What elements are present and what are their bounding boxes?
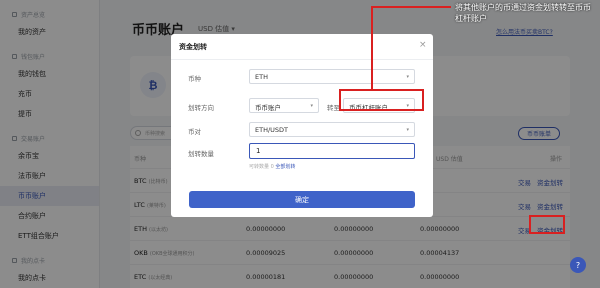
transfer-all-link[interactable]: 全部划转 (275, 164, 295, 170)
direction-label: 划转方向 (188, 104, 214, 112)
modal-title: 资金划转 (179, 43, 207, 51)
chevron-down-icon: ▾ (406, 74, 409, 80)
annotation-line (371, 6, 451, 8)
from-account-select[interactable]: 币币账户 ▾ (249, 98, 319, 113)
help-button[interactable]: ? (570, 257, 586, 273)
amount-input[interactable]: 1 (249, 143, 415, 159)
pair-label: 币对 (188, 128, 201, 136)
available-amount: 可转数量 0 全部划转 (249, 164, 296, 170)
highlight-target-account (339, 89, 424, 111)
annotation-text: 将其他账户的币通过资金划转转至币币杠杆账户 (455, 3, 591, 23)
coin-label: 币种 (188, 75, 201, 83)
amount-label: 划转数量 (188, 150, 214, 158)
divider (171, 59, 433, 60)
highlight-transfer-op (529, 215, 565, 234)
pair-select[interactable]: ETH/USDT ▾ (249, 122, 415, 137)
chevron-down-icon: ▾ (406, 127, 409, 133)
coin-select[interactable]: ETH ▾ (249, 69, 415, 84)
confirm-button[interactable]: 确定 (189, 191, 415, 208)
transfer-modal: 资金划转 × 币种 ETH ▾ 划转方向 币币账户 ▾ 转至 币币杠杆账户 ▾ 币对 … (171, 34, 433, 217)
close-icon[interactable]: × (419, 40, 427, 50)
chevron-down-icon: ▾ (310, 103, 313, 109)
annotation-line (371, 6, 373, 90)
